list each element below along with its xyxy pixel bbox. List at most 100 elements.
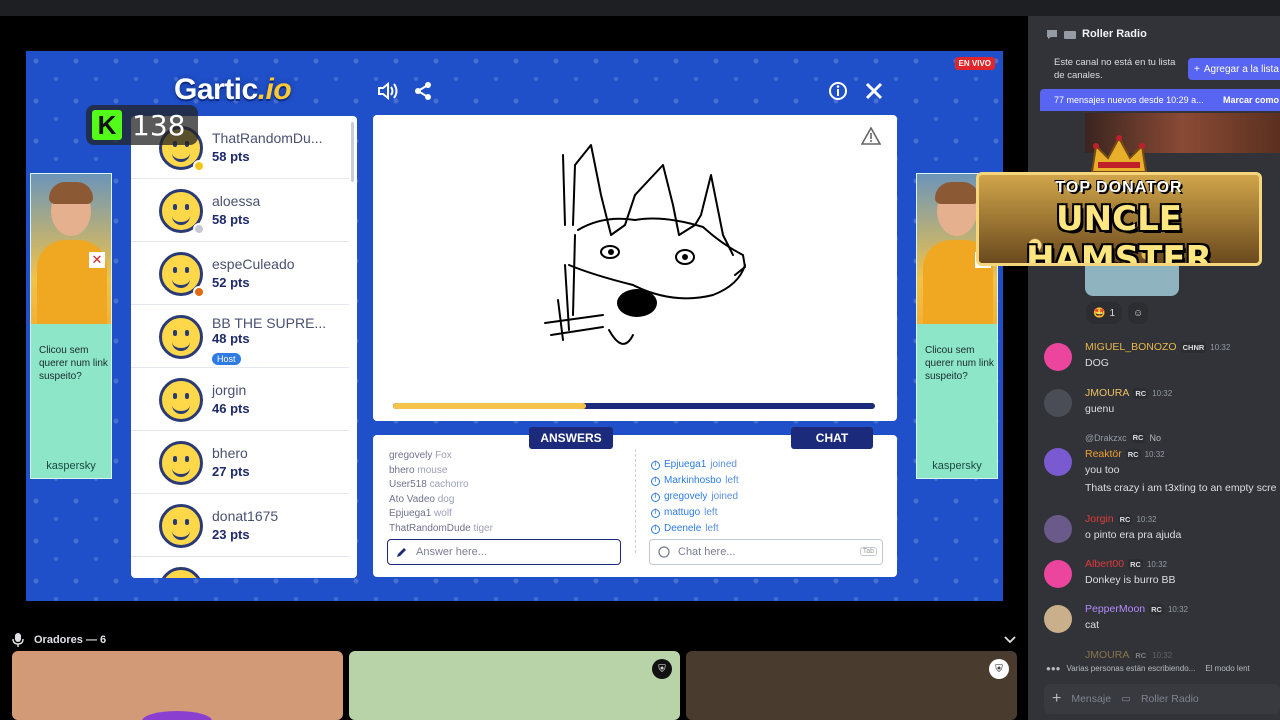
role-tag: RC [1133,649,1149,661]
reaction-chip[interactable]: 🤩 1 [1086,302,1123,324]
chat-input[interactable]: Chat here... Tab [649,539,883,565]
gartic-logo: Gartic.io [174,73,292,107]
reply-preview[interactable]: @Drakzxc RC No [1085,432,1161,443]
user-avatar[interactable] [1044,343,1072,371]
ad-left[interactable]: ✕ Clicou sem querer num link suspeito? k… [30,173,112,479]
player-name: espeCuleado [212,256,295,272]
report-warning-icon[interactable] [860,126,882,150]
time-progress-bar [393,403,875,409]
new-messages-bar[interactable]: 77 mensajes nuevos desde 10:29 a... Marc… [1040,89,1280,111]
user-avatar[interactable] [1044,605,1072,633]
username[interactable]: Jorgin [1085,513,1114,525]
info-icon: i [651,524,660,534]
typing-dots-icon: ●●● [1046,664,1061,673]
plus-icon[interactable]: + [1052,690,1061,708]
status-dot [193,223,205,235]
player-points: 23 pts [212,527,250,542]
panel-divider [635,449,636,553]
player-points: 58 pts [212,212,250,227]
players-scrollbar[interactable] [351,122,354,182]
player-row [131,557,349,578]
info-icon: i [651,460,660,470]
player-row: donat1675 23 pts [131,494,349,557]
message-header: PepperMoon RC 10:32 [1085,603,1188,615]
shield-icon: ⛨ [652,659,672,679]
status-dot [193,160,205,172]
player-name: aloessa [212,193,261,209]
speaker-tile[interactable]: ⛨ [349,651,680,720]
user-avatar[interactable] [1044,515,1072,543]
player-points: 48 pts [212,331,250,346]
speaker-avatar [142,711,212,720]
player-points: 58 pts [212,149,250,164]
info-icon: i [651,508,660,518]
drawing-canvas[interactable] [373,115,897,421]
players-list[interactable]: ThatRandomDu... 58 pts aloessa 58 pts es… [131,116,357,578]
username[interactable]: MIGUEL_BONOZO [1085,341,1177,353]
composer-placeholder: Mensaje [1071,693,1112,705]
answer-line: Epjuega1 wolf [389,508,452,520]
player-avatar [159,504,203,548]
ad-close-icon[interactable]: ✕ [89,252,105,268]
add-to-list-button[interactable]: + Agregar a la lista [1188,58,1280,80]
message-text: cat [1085,619,1100,631]
logo-main: Gartic [174,73,258,106]
user-avatar[interactable] [1044,448,1072,476]
chevron-down-icon[interactable] [1004,636,1016,644]
viewer-count: 138 [132,108,186,142]
username[interactable]: Reaktör [1085,448,1122,460]
chat-line: i mattugo left [651,505,881,521]
answer-line: gregovely Fox [389,450,452,461]
username[interactable]: JMOURA [1085,387,1129,399]
player-avatar [159,315,203,359]
player-avatar [159,567,203,578]
chat-label: CHAT [791,427,873,449]
message-header: JMOURA RC 10:32 [1085,387,1172,399]
volume-icon[interactable] [376,79,400,103]
ad-brand: kaspersky [932,460,982,472]
app-root: EN VIVO Gartic.io ✕ Clicou sem querer nu… [0,0,1280,720]
player-name: donat1675 [212,508,279,524]
stage-area: EN VIVO Gartic.io ✕ Clicou sem querer nu… [0,16,1028,720]
message-text: guenu [1085,403,1115,415]
close-icon[interactable] [862,79,886,103]
drawing [544,144,746,345]
host-badge: Host [212,353,241,365]
donator-name: UNCLE HAMSTER [1026,199,1212,266]
player-row: jorgin 46 pts [131,368,349,431]
radio-icon: ▭ [1121,693,1131,705]
ad-text: Clicou sem querer num link suspeito? [925,345,994,382]
player-name: bhero [212,445,248,461]
username[interactable]: PepperMoon [1085,603,1145,615]
speaker-tile[interactable]: ⛨ [686,651,1017,720]
channel-name: Roller Radio [1082,28,1147,40]
player-row: BB THE SUPRE... 48 pts Host [131,305,349,368]
add-reaction-button[interactable]: ☺ [1128,302,1149,324]
role-tag: RC [1117,513,1133,525]
player-row: aloessa 58 pts [131,179,349,242]
answer-placeholder: Answer here... [416,546,487,558]
message-header: Reaktör RC 10:32 [1085,448,1165,460]
share-icon[interactable] [411,79,435,103]
pencil-icon [397,548,406,557]
message-header: JMOURA RC 10:32 [1085,649,1172,661]
new-messages-text: 77 mensajes nuevos desde 10:29 a... [1054,95,1204,105]
chat-line: i Epjuega1 joined [651,457,881,473]
info-icon: i [651,492,660,502]
live-badge: EN VIVO [954,57,995,70]
player-points: 46 pts [212,401,250,416]
composer-channel: Roller Radio [1140,693,1199,705]
attached-image[interactable] [1085,266,1179,296]
user-avatar[interactable] [1044,389,1072,417]
answer-input[interactable]: Answer here... [387,539,621,565]
user-avatar[interactable] [1044,560,1072,588]
username[interactable]: JMOURA [1085,649,1129,661]
username[interactable]: Albert00 [1085,558,1124,570]
info-icon[interactable] [826,79,850,103]
role-tag: RC [1125,448,1141,460]
channel-notice: Este canal no está en tu lista de canale… [1054,57,1176,81]
game-screen: EN VIVO Gartic.io ✕ Clicou sem querer nu… [26,51,1003,601]
message-composer[interactable]: + Mensaje ▭ Roller Radio [1044,684,1280,714]
mark-read-button[interactable]: Marcar como [1223,95,1279,105]
speaker-tile[interactable] [12,651,343,720]
